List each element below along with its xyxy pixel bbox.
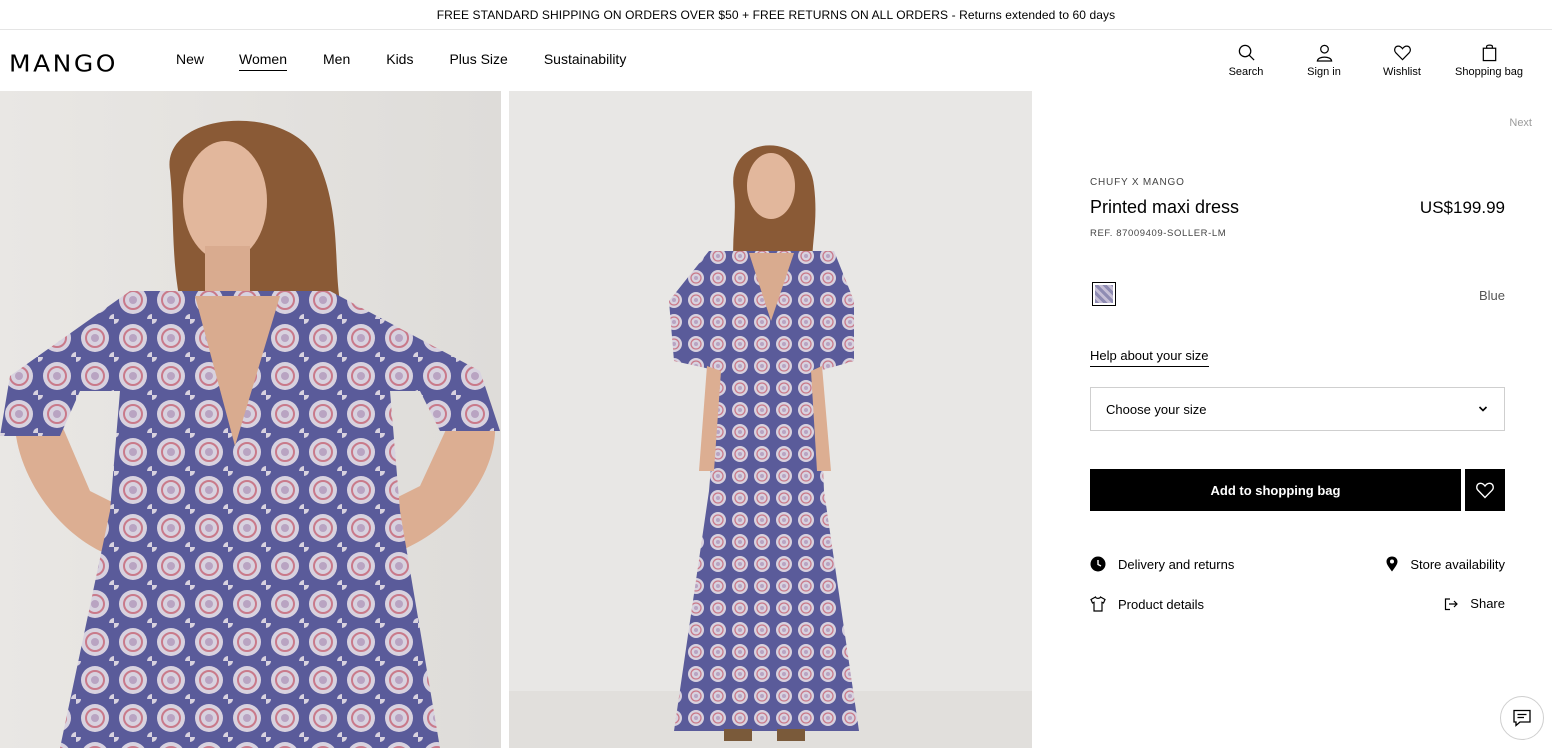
next-product-link[interactable]: Next	[1509, 117, 1532, 129]
location-pin-icon	[1386, 556, 1398, 572]
heart-icon	[1393, 45, 1411, 61]
selected-color-label: Blue	[1478, 288, 1505, 303]
store-availability-link[interactable]: Store availability	[1386, 556, 1505, 572]
user-icon	[1316, 44, 1332, 62]
share-icon	[1445, 597, 1459, 610]
product-photo-closeup-illustration	[0, 91, 501, 748]
product-details-link[interactable]: Product details	[1090, 596, 1204, 612]
search-button[interactable]: Search	[1217, 43, 1275, 78]
product-brand: CHUFY X MANGO	[1090, 177, 1185, 188]
logo[interactable]: MANGO	[9, 50, 118, 77]
search-label: Search	[1228, 66, 1264, 78]
size-help-link[interactable]: Help about your size	[1090, 348, 1209, 367]
shopping-bag-button[interactable]: Shopping bag	[1451, 43, 1527, 78]
product-details-label: Product details	[1118, 596, 1204, 612]
product-info-panel: Next CHUFY X MANGO Printed maxi dress US…	[1032, 91, 1552, 748]
size-select-placeholder: Choose your size	[1106, 401, 1207, 417]
product-reference: REF. 87009409-SOLLER-LM	[1090, 228, 1227, 239]
chevron-down-icon	[1478, 406, 1488, 412]
header-tools: Search Sign in Wishlist Shopping bag	[1217, 43, 1527, 78]
wishlist-button[interactable]: Wishlist	[1373, 43, 1431, 78]
product-price: US$199.99	[1419, 198, 1505, 217]
add-to-bag-label: Add to shopping bag	[1210, 482, 1341, 498]
product-photo-full-illustration	[509, 91, 1032, 748]
wishlist-label: Wishlist	[1383, 66, 1421, 78]
shopping-bag-icon	[1482, 44, 1496, 62]
product-image-closeup[interactable]	[0, 91, 501, 748]
nav-sustainability[interactable]: Sustainability	[544, 51, 627, 71]
add-to-wishlist-button[interactable]	[1465, 469, 1505, 511]
promo-banner: FREE STANDARD SHIPPING ON ORDERS OVER $5…	[0, 0, 1552, 30]
main-nav: New Women Men Kids Plus Size Sustainabil…	[176, 51, 626, 71]
color-swatch-blue[interactable]	[1092, 282, 1116, 306]
store-availability-label: Store availability	[1410, 556, 1505, 572]
nav-kids[interactable]: Kids	[386, 51, 413, 71]
delivery-returns-link[interactable]: Delivery and returns	[1090, 556, 1234, 572]
nav-plus-size[interactable]: Plus Size	[449, 51, 507, 71]
clock-icon	[1090, 556, 1106, 572]
add-to-bag-button[interactable]: Add to shopping bag	[1090, 469, 1461, 511]
nav-new[interactable]: New	[176, 51, 204, 71]
sign-in-button[interactable]: Sign in	[1295, 43, 1353, 78]
tshirt-icon	[1090, 596, 1106, 612]
share-label: Share	[1470, 596, 1505, 611]
chat-icon	[1513, 709, 1531, 727]
delivery-returns-label: Delivery and returns	[1118, 556, 1235, 572]
chat-button[interactable]	[1500, 696, 1544, 740]
share-link[interactable]: Share	[1444, 596, 1505, 611]
site-header: MANGO New Women Men Kids Plus Size Susta…	[0, 30, 1552, 91]
heart-icon	[1476, 482, 1494, 499]
product-image-full-length[interactable]	[509, 91, 1032, 748]
swatch-pattern	[1095, 285, 1113, 303]
promo-text: FREE STANDARD SHIPPING ON ORDERS OVER $5…	[436, 7, 1116, 22]
search-icon	[1238, 44, 1255, 61]
nav-women[interactable]: Women	[239, 51, 287, 71]
sign-in-label: Sign in	[1307, 66, 1341, 78]
nav-men[interactable]: Men	[323, 51, 350, 71]
shopping-bag-label: Shopping bag	[1455, 66, 1523, 78]
size-select[interactable]: Choose your size	[1090, 387, 1505, 431]
product-title: Printed maxi dress	[1090, 197, 1240, 217]
